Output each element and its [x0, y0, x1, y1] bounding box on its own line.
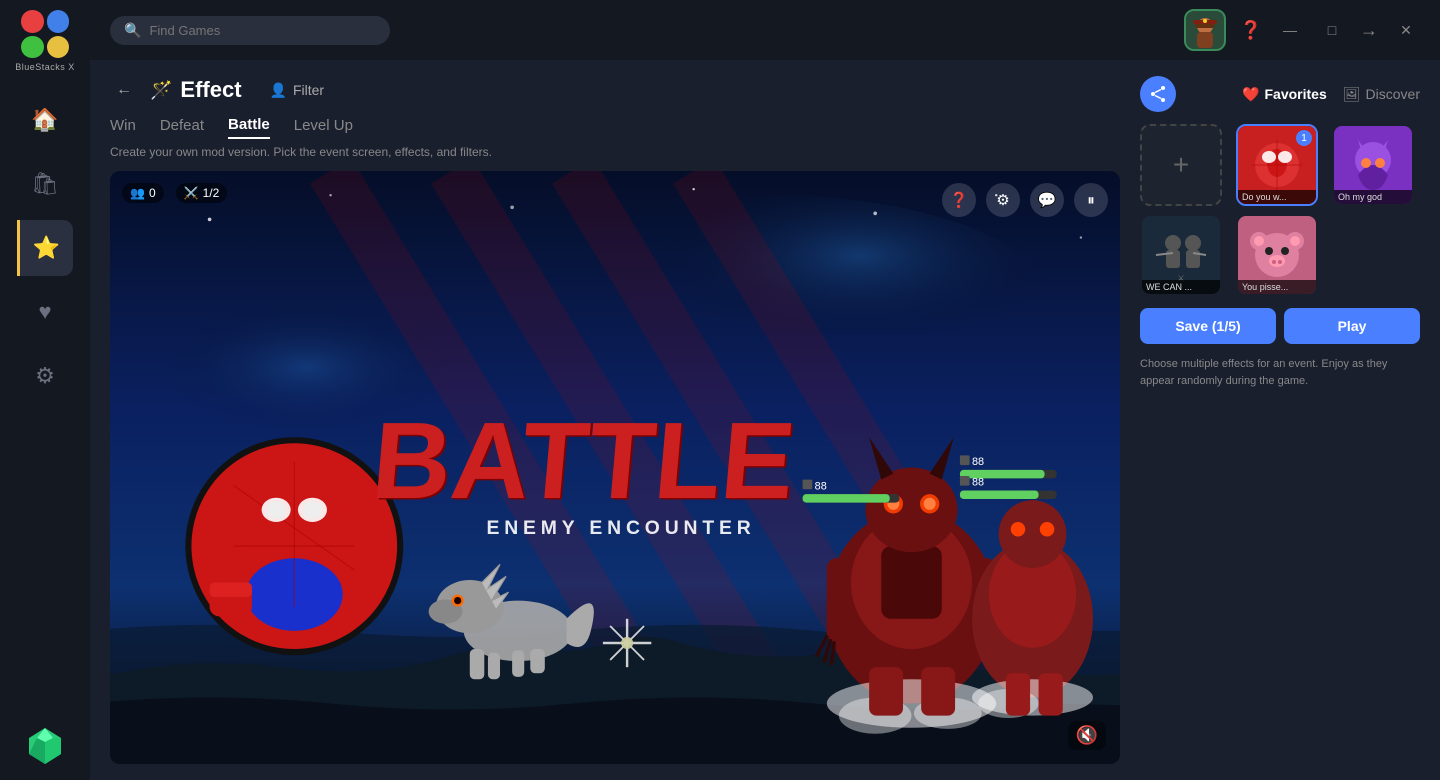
minimize-button[interactable]: — [1276, 16, 1304, 44]
sidebar-item-favorites[interactable]: ♥ [17, 284, 73, 340]
filter-icon: 👤 [270, 82, 287, 99]
player-count-badge: 👥 0 [122, 183, 164, 203]
page-header: ← 🪄 Effect 👤 Filter [110, 76, 1120, 104]
thumb-label-1: Do you w... [1238, 190, 1316, 204]
preview-top-right: ❓ ⚙ 💬 ⏸ [942, 183, 1108, 217]
save-button[interactable]: Save (1/5) [1140, 308, 1276, 344]
app-logo: BlueStacks X [15, 10, 75, 72]
play-button[interactable]: Play [1284, 308, 1420, 344]
thumb-card-4[interactable]: You pisse... [1236, 214, 1318, 296]
chat-button[interactable]: 💬 [1030, 183, 1064, 217]
maximize-button[interactable]: □ [1318, 16, 1346, 44]
page-title: Effect [180, 77, 241, 103]
share-button[interactable] [1140, 76, 1176, 112]
sidebar: BlueStacks X 🏠 🛍 ⭐ ♥ ⚙ [0, 0, 90, 780]
avatar[interactable] [1184, 9, 1226, 51]
tab-battle[interactable]: Battle [228, 116, 270, 139]
thumb-card-3[interactable]: ⚔ WE CAN ... [1140, 214, 1222, 296]
svg-text:88: 88 [972, 477, 984, 489]
bluestacks-gem [21, 722, 69, 770]
thumb-badge-1: 1 [1296, 130, 1312, 146]
page-title-area: 🪄 Effect [150, 77, 242, 103]
filter-button[interactable]: 👤 Filter [270, 82, 325, 99]
panel-tab-favorites[interactable]: ❤️ Favorites [1242, 86, 1327, 103]
add-effect-button[interactable]: + [1140, 124, 1222, 206]
compass-icon: 🖼 [1343, 86, 1361, 103]
left-panel: ← 🪄 Effect 👤 Filter Win Defeat Battle Le… [110, 76, 1120, 764]
swords-icon: ⚔️ [184, 186, 199, 200]
tab-description: Create your own mod version. Pick the ev… [110, 145, 1120, 159]
logo-sq-red [21, 10, 44, 33]
svg-text:ENEMY ENCOUNTER: ENEMY ENCOUNTER [486, 517, 755, 539]
navigate-icon[interactable]: → [1360, 20, 1378, 41]
topbar: 🔍 ❓ — □ [90, 0, 1440, 60]
tab-levelup[interactable]: Level Up [294, 117, 353, 138]
thumb-card-2[interactable]: Oh my god [1332, 124, 1414, 206]
back-button[interactable]: ← [110, 76, 138, 104]
battle-count-badge: ⚔️ 1/2 [176, 183, 228, 203]
logo-sq-yellow [47, 36, 70, 59]
thumb-label-2: Oh my god [1334, 190, 1412, 204]
player-count: 0 [149, 186, 156, 200]
panel-tab-discover[interactable]: 🖼 Discover [1343, 86, 1420, 103]
sidebar-item-store[interactable]: 🛍 [17, 156, 73, 212]
thumb-label-3: WE CAN ... [1142, 280, 1220, 294]
mute-button[interactable]: 🔇 [1068, 721, 1106, 750]
battle-count: 1/2 [203, 186, 220, 200]
right-panel: ❤️ Favorites 🖼 Discover + [1140, 76, 1420, 764]
right-panel-header: ❤️ Favorites 🖼 Discover [1140, 76, 1420, 112]
svg-text:88: 88 [972, 456, 984, 468]
thumb-label-4: You pisse... [1238, 280, 1316, 294]
action-buttons: Save (1/5) Play [1140, 308, 1420, 344]
sidebar-bottom [21, 722, 69, 770]
svg-text:88: 88 [815, 480, 827, 492]
tab-defeat[interactable]: Defeat [160, 117, 204, 138]
search-icon: 🔍 [124, 22, 141, 39]
thumb-card-1[interactable]: Do you w... 1 [1236, 124, 1318, 206]
search-box[interactable]: 🔍 [110, 16, 390, 45]
sidebar-item-home[interactable]: 🏠 [17, 92, 73, 148]
preview-top-left: 👥 0 ⚔️ 1/2 [122, 183, 227, 203]
logo-sq-green [21, 36, 44, 59]
battle-scene-svg: 88 88 88 [110, 171, 1120, 764]
close-button[interactable]: ✕ [1392, 16, 1420, 44]
content-area: ← 🪄 Effect 👤 Filter Win Defeat Battle Le… [90, 60, 1440, 780]
tab-bar: Win Defeat Battle Level Up [110, 116, 1120, 139]
app-name: BlueStacks X [15, 62, 75, 72]
game-preview: 88 88 88 [110, 171, 1120, 764]
logo-squares [21, 10, 69, 58]
effect-icon: 🪄 [150, 80, 172, 101]
svg-text:BATTLE: BATTLE [368, 400, 800, 522]
players-icon: 👥 [130, 186, 145, 200]
logo-sq-blue [47, 10, 70, 33]
refresh-button[interactable]: ⚙ [986, 183, 1020, 217]
hint-text: Choose multiple effects for an event. En… [1140, 356, 1420, 389]
topbar-right: ❓ — □ → ✕ [1184, 9, 1420, 51]
sidebar-item-settings[interactable]: ⚙ [17, 348, 73, 404]
panel-tabs: ❤️ Favorites 🖼 Discover [1242, 86, 1420, 103]
help-icon[interactable]: ❓ [1240, 20, 1262, 41]
thumbnails-grid: + [1140, 124, 1420, 296]
sidebar-item-effects[interactable]: ⭐ [17, 220, 73, 276]
help-overlay-button[interactable]: ❓ [942, 183, 976, 217]
search-input[interactable] [149, 23, 376, 38]
tab-win[interactable]: Win [110, 117, 136, 138]
heart-icon: ❤️ [1242, 86, 1259, 103]
main-area: 🔍 ❓ — □ [90, 0, 1440, 780]
pause-button[interactable]: ⏸ [1074, 183, 1108, 217]
